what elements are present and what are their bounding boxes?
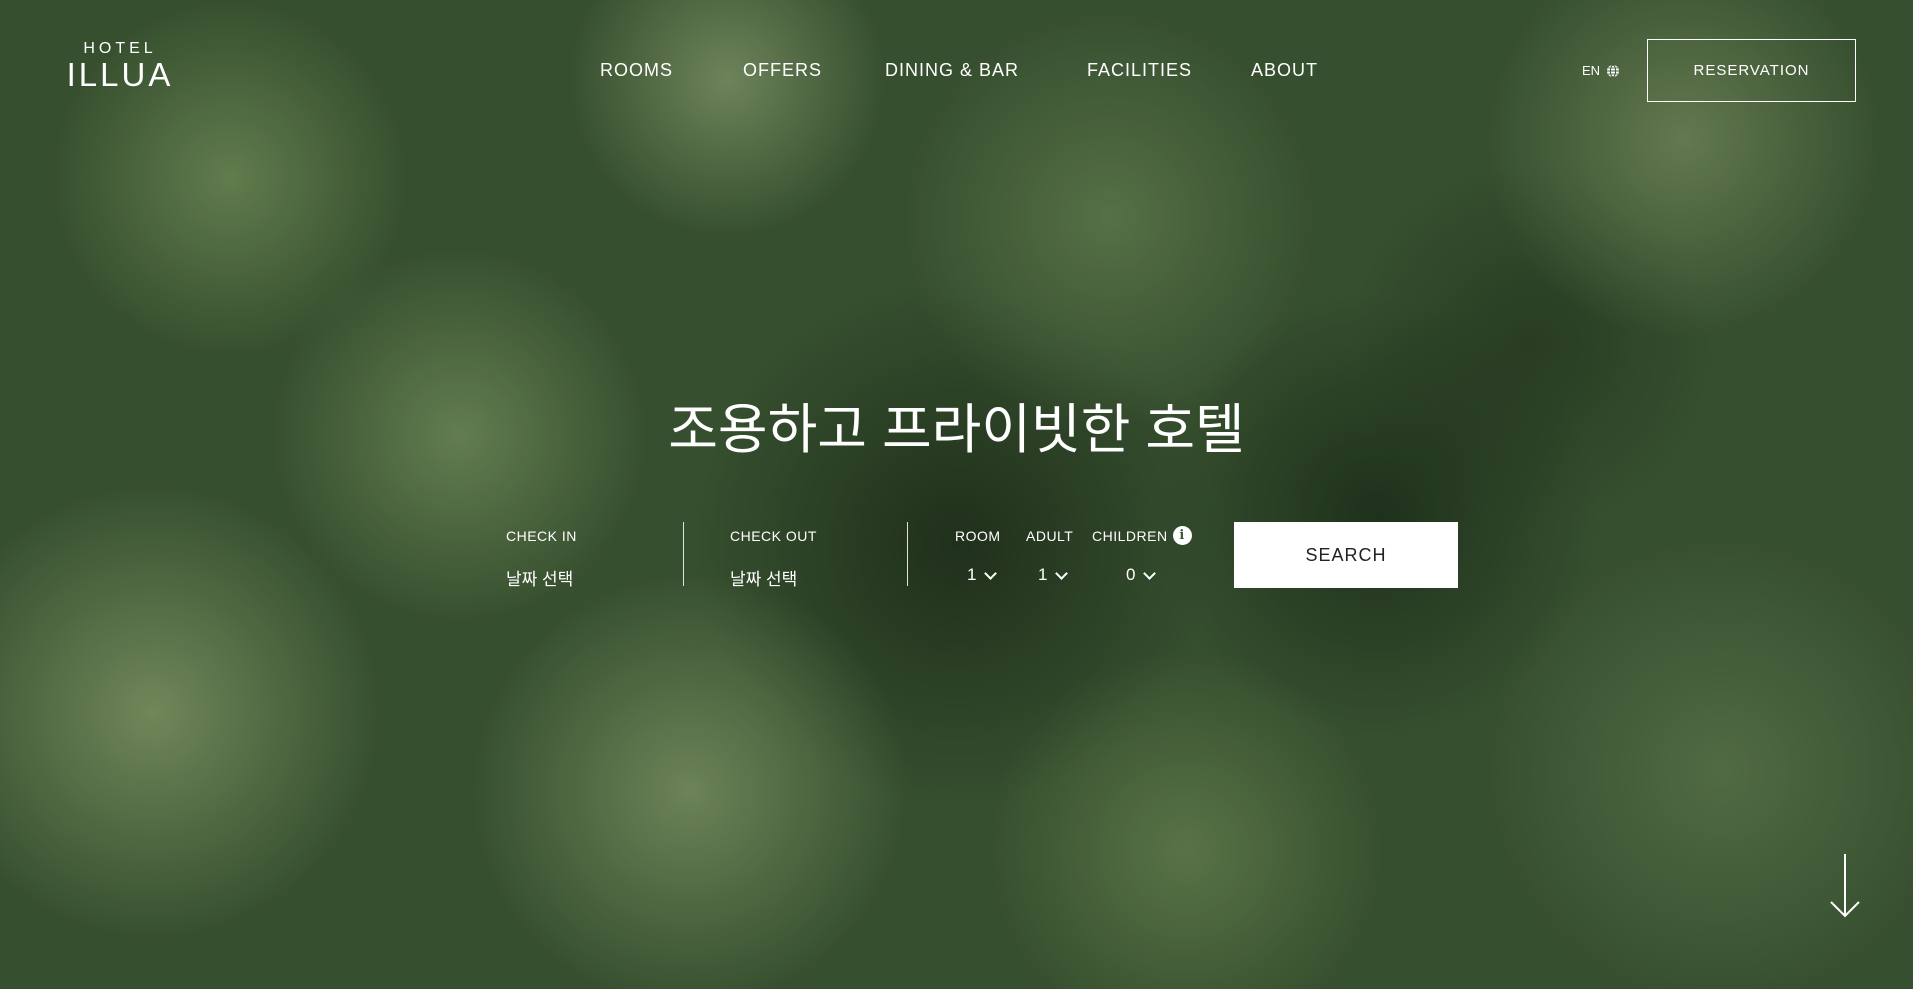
background-overlay (0, 0, 1913, 989)
check-out-field[interactable]: 날짜 선택 (730, 565, 797, 590)
check-out-label: CHECK OUT (730, 528, 817, 544)
arrow-down-icon[interactable] (1828, 852, 1862, 920)
hero-headline: 조용하고 프라이빗한 호텔 (668, 400, 1245, 460)
adult-value: 1 (1038, 565, 1048, 584)
adult-select[interactable]: 1 (1038, 565, 1069, 585)
divider (907, 522, 908, 586)
language-selector[interactable]: EN (1582, 63, 1620, 78)
nav-dining-bar[interactable]: DINING & BAR (885, 60, 1019, 81)
info-icon[interactable]: i (1172, 526, 1192, 545)
nav-offers[interactable]: OFFERS (743, 60, 822, 81)
check-in-field[interactable]: 날짜 선택 (506, 565, 573, 590)
reservation-button[interactable]: RESERVATION (1647, 39, 1856, 102)
search-button[interactable]: SEARCH (1234, 522, 1458, 588)
room-select[interactable]: 1 (967, 565, 998, 585)
room-label: ROOM (955, 528, 1001, 544)
globe-icon (1607, 64, 1620, 77)
children-select[interactable]: 0 (1126, 565, 1157, 585)
chevron-down-icon (1055, 566, 1069, 580)
nav-about[interactable]: ABOUT (1251, 60, 1318, 81)
chevron-down-icon (984, 566, 998, 580)
children-label-group: CHILDREN i (1092, 526, 1192, 545)
language-label: EN (1582, 63, 1601, 78)
booking-bar: CHECK IN 날짜 선택 CHECK OUT 날짜 선택 ROOM 1 AD… (0, 522, 1913, 592)
children-label: CHILDREN (1092, 527, 1168, 544)
children-value: 0 (1126, 565, 1136, 584)
adult-label: ADULT (1026, 528, 1074, 544)
chevron-down-icon (1143, 566, 1157, 580)
check-in-label: CHECK IN (506, 528, 577, 544)
main-nav: ROOMS OFFERS DINING & BAR FACILITIES ABO… (0, 60, 1913, 84)
divider (683, 522, 684, 586)
hero-section: HOTEL ILLUA ROOMS OFFERS DINING & BAR FA… (0, 0, 1913, 989)
room-value: 1 (967, 565, 977, 584)
nav-rooms[interactable]: ROOMS (600, 60, 673, 81)
nav-facilities[interactable]: FACILITIES (1087, 60, 1192, 81)
